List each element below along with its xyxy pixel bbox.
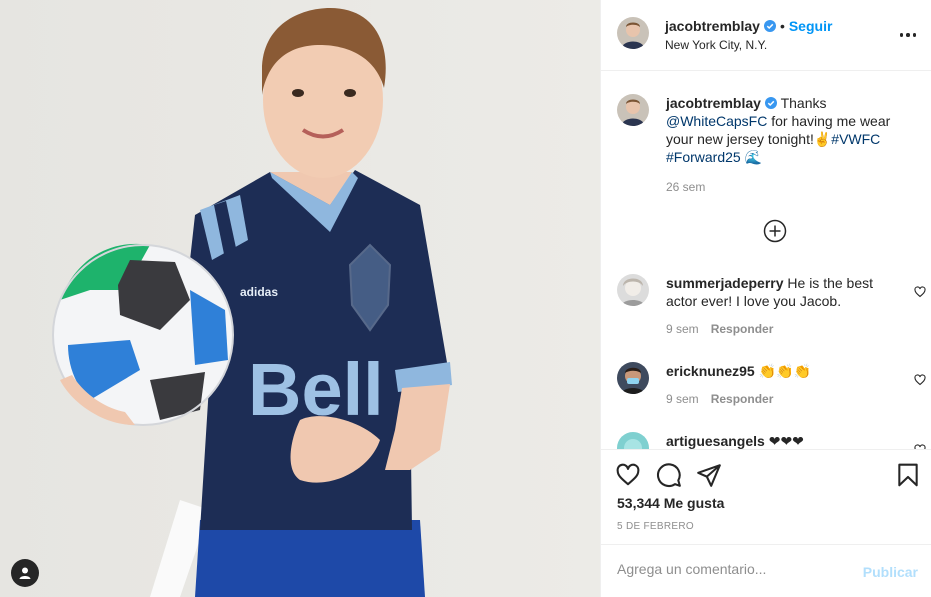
- comments-list[interactable]: jacobtremblay Thanks @WhiteCapsFC for ha…: [601, 71, 931, 449]
- post-actions: 53,344 Me gusta 5 DE FEBRERO: [601, 449, 931, 544]
- comment-username[interactable]: summerjadeperry: [666, 275, 784, 291]
- reply-button[interactable]: Responder: [711, 392, 774, 406]
- publish-button[interactable]: Publicar: [863, 564, 918, 580]
- heart-icon[interactable]: [914, 286, 926, 298]
- comment-text: 👏👏👏: [758, 363, 811, 379]
- timestamp[interactable]: 9 sem: [666, 322, 699, 336]
- post-photo: Bell adidas: [0, 0, 600, 597]
- post-date[interactable]: 5 DE FEBRERO: [617, 521, 694, 532]
- heart-icon[interactable]: [615, 462, 641, 488]
- share-icon[interactable]: [696, 462, 722, 488]
- hashtag-link[interactable]: #VWFC: [831, 131, 880, 147]
- avatar[interactable]: [617, 94, 649, 126]
- hashtag-link[interactable]: #Forward25: [666, 149, 741, 165]
- jersey-brand-text: adidas: [240, 285, 278, 299]
- reply-button[interactable]: Responder: [711, 322, 774, 336]
- author-username[interactable]: jacobtremblay: [665, 18, 760, 34]
- caption-text: Thanks: [780, 95, 827, 111]
- post-image[interactable]: Bell adidas: [0, 0, 600, 597]
- mention-link[interactable]: @WhiteCapsFC: [666, 113, 767, 129]
- comment-username[interactable]: ericknunez95: [666, 363, 755, 379]
- avatar[interactable]: [617, 432, 649, 449]
- comment-username[interactable]: artiguesangels: [666, 433, 765, 449]
- more-icon[interactable]: [896, 25, 920, 45]
- caption-emoji: 🌊: [744, 149, 763, 165]
- avatar[interactable]: [617, 274, 649, 306]
- comment-meta: 9 sem Responder: [666, 322, 773, 336]
- jersey-bell-text: Bell: [248, 348, 384, 431]
- bookmark-icon[interactable]: [895, 462, 921, 488]
- separator-dot: •: [779, 18, 785, 34]
- comment-text: ❤❤❤: [768, 433, 804, 449]
- comment-input[interactable]: [617, 561, 857, 577]
- verified-icon: [764, 97, 777, 109]
- add-comment-bar: Publicar: [601, 544, 931, 597]
- user-tag-icon[interactable]: [11, 559, 39, 587]
- comment-meta: 9 sem Responder: [666, 392, 773, 406]
- likes-count[interactable]: 53,344 Me gusta: [617, 495, 724, 511]
- caption-username[interactable]: jacobtremblay: [666, 95, 761, 111]
- timestamp[interactable]: 9 sem: [666, 392, 699, 406]
- add-circle-icon[interactable]: [763, 219, 787, 243]
- post-sidebar: jacobtremblay • Seguir New York City, N.Y.…: [600, 0, 931, 597]
- location-link[interactable]: New York City, N.Y.: [665, 38, 767, 52]
- caption-time: 26 sem: [666, 180, 705, 194]
- timestamp[interactable]: 26 sem: [666, 180, 705, 194]
- post-header: jacobtremblay • Seguir New York City, N.Y.: [601, 0, 931, 71]
- follow-button[interactable]: Seguir: [789, 18, 833, 34]
- comment-icon[interactable]: [656, 462, 682, 488]
- avatar[interactable]: [617, 362, 649, 394]
- verified-icon: [763, 20, 776, 32]
- avatar[interactable]: [617, 17, 649, 49]
- heart-icon[interactable]: [914, 374, 926, 386]
